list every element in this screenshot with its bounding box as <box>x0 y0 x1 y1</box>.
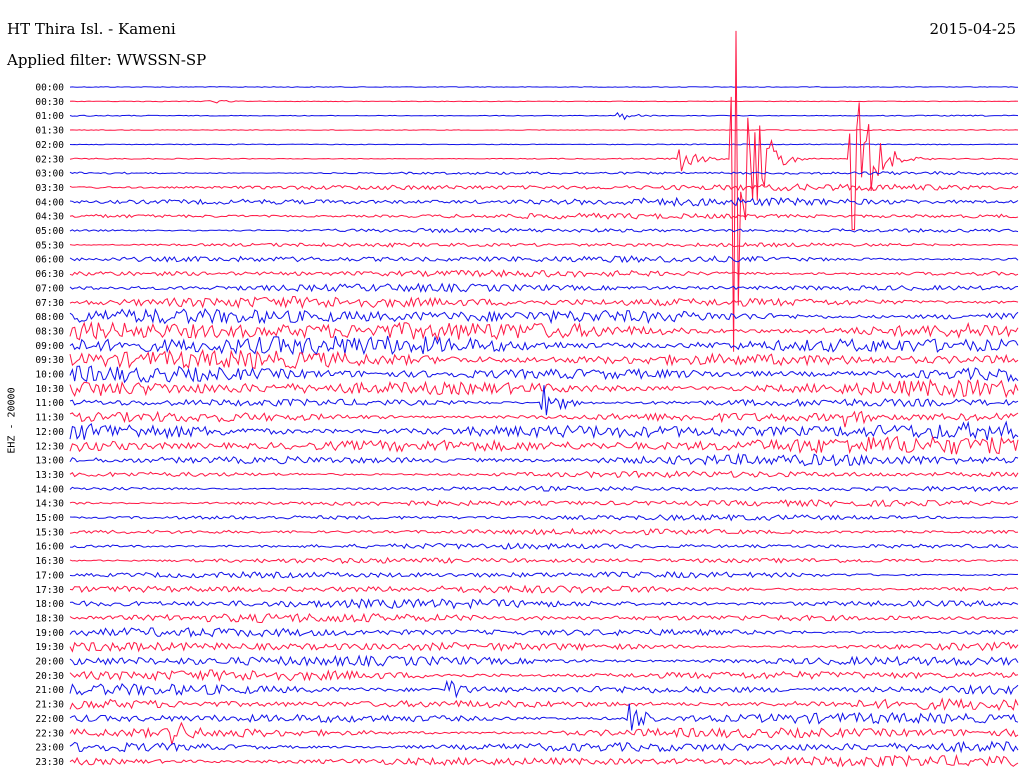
row-label: 07:30 <box>35 298 64 309</box>
trace-row <box>69 307 1019 325</box>
trace-row <box>69 703 1019 731</box>
trace-row <box>69 420 1019 441</box>
trace-row <box>69 348 1019 370</box>
row-label: 00:30 <box>35 97 64 108</box>
row-label: 18:00 <box>35 599 64 610</box>
row-label: 03:00 <box>35 169 64 180</box>
row-label: 21:30 <box>35 700 64 711</box>
trace-row <box>69 527 1019 536</box>
row-label: 19:00 <box>35 628 64 639</box>
row-label: 02:30 <box>35 154 64 165</box>
trace-row <box>69 212 1019 220</box>
row-label: 08:30 <box>35 326 64 337</box>
trace-row <box>69 227 1019 234</box>
row-label: 17:30 <box>35 585 64 596</box>
trace-row <box>69 365 1019 384</box>
trace-row <box>69 282 1019 294</box>
row-label: 14:00 <box>35 484 64 495</box>
helicorder-plot: 00:00 00:30 01:00 01:30 02:00 02:30 03:00 03:30… <box>35 30 1019 768</box>
row-label: 22:30 <box>35 728 64 739</box>
trace-row <box>69 697 1019 711</box>
trace-row <box>69 269 1019 278</box>
row-label: 01:00 <box>35 111 64 122</box>
row-label: 09:30 <box>35 355 64 366</box>
row-label: 23:00 <box>35 743 64 754</box>
trace-row <box>69 183 1019 192</box>
row-labels: 00:00 00:30 01:00 01:30 02:00 02:30 03:00 03:30… <box>35 83 64 768</box>
trace-row <box>69 598 1019 610</box>
row-label: 15:30 <box>35 527 64 538</box>
row-label: 11:00 <box>35 398 64 409</box>
trace-row <box>69 542 1019 550</box>
row-label: 15:00 <box>35 513 64 524</box>
row-label: 10:00 <box>35 370 64 381</box>
row-label: 01:30 <box>35 126 64 137</box>
trace-row <box>69 470 1019 479</box>
row-label: 21:00 <box>35 685 64 696</box>
trace-row <box>69 721 1019 745</box>
trace-row <box>69 255 1019 264</box>
row-label: 20:30 <box>35 671 64 682</box>
row-label: 11:30 <box>35 413 64 424</box>
row-label: 14:30 <box>35 499 64 510</box>
row-label: 07:00 <box>35 283 64 294</box>
row-label: 19:30 <box>35 642 64 653</box>
row-label: 10:30 <box>35 384 64 395</box>
row-label: 03:30 <box>35 183 64 194</box>
trace-row <box>69 753 1019 768</box>
trace-row <box>69 321 1019 342</box>
row-label: 00:00 <box>35 83 64 94</box>
trace-row <box>69 99 1019 104</box>
trace-row <box>69 641 1019 653</box>
row-label: 05:00 <box>35 226 64 237</box>
row-label: 09:00 <box>35 341 64 352</box>
trace-row <box>69 435 1019 455</box>
trace-row <box>69 513 1019 522</box>
row-label: 16:30 <box>35 556 64 567</box>
row-label: 06:00 <box>35 255 64 266</box>
row-label: 18:30 <box>35 613 64 624</box>
row-label: 20:00 <box>35 657 64 668</box>
row-label: 06:30 <box>35 269 64 280</box>
trace-row <box>69 669 1019 682</box>
trace-row <box>69 86 1019 88</box>
trace-row <box>69 556 1019 564</box>
trace-row <box>69 143 1019 146</box>
trace-row <box>69 452 1019 467</box>
row-label: 08:00 <box>35 312 64 323</box>
trace-row <box>69 295 1019 310</box>
trace-row <box>69 679 1019 699</box>
row-label: 04:00 <box>35 197 64 208</box>
row-label: 05:30 <box>35 240 64 251</box>
trace-row <box>69 570 1019 580</box>
trace-row <box>69 627 1019 638</box>
trace-row <box>69 170 1019 176</box>
row-label: 13:00 <box>35 456 64 467</box>
trace-row <box>69 584 1019 594</box>
trace-row <box>69 196 1019 208</box>
trace-row <box>69 335 1019 356</box>
row-label: 02:00 <box>35 140 64 151</box>
row-label: 13:30 <box>35 470 64 481</box>
row-label: 16:00 <box>35 542 64 553</box>
trace-row <box>69 612 1019 623</box>
seismic-traces <box>69 30 1019 768</box>
row-label: 12:30 <box>35 441 64 452</box>
row-label: 12:00 <box>35 427 64 438</box>
trace-row <box>69 740 1019 754</box>
row-label: 22:00 <box>35 714 64 725</box>
row-label: 17:00 <box>35 570 64 581</box>
trace-row <box>69 129 1019 132</box>
trace-row <box>69 654 1019 668</box>
trace-row <box>69 410 1019 428</box>
trace-row <box>69 499 1019 508</box>
row-label: 23:30 <box>35 757 64 768</box>
row-label: 04:30 <box>35 212 64 223</box>
trace-row <box>69 242 1019 248</box>
trace-row <box>69 485 1019 493</box>
trace-row <box>69 111 1019 121</box>
